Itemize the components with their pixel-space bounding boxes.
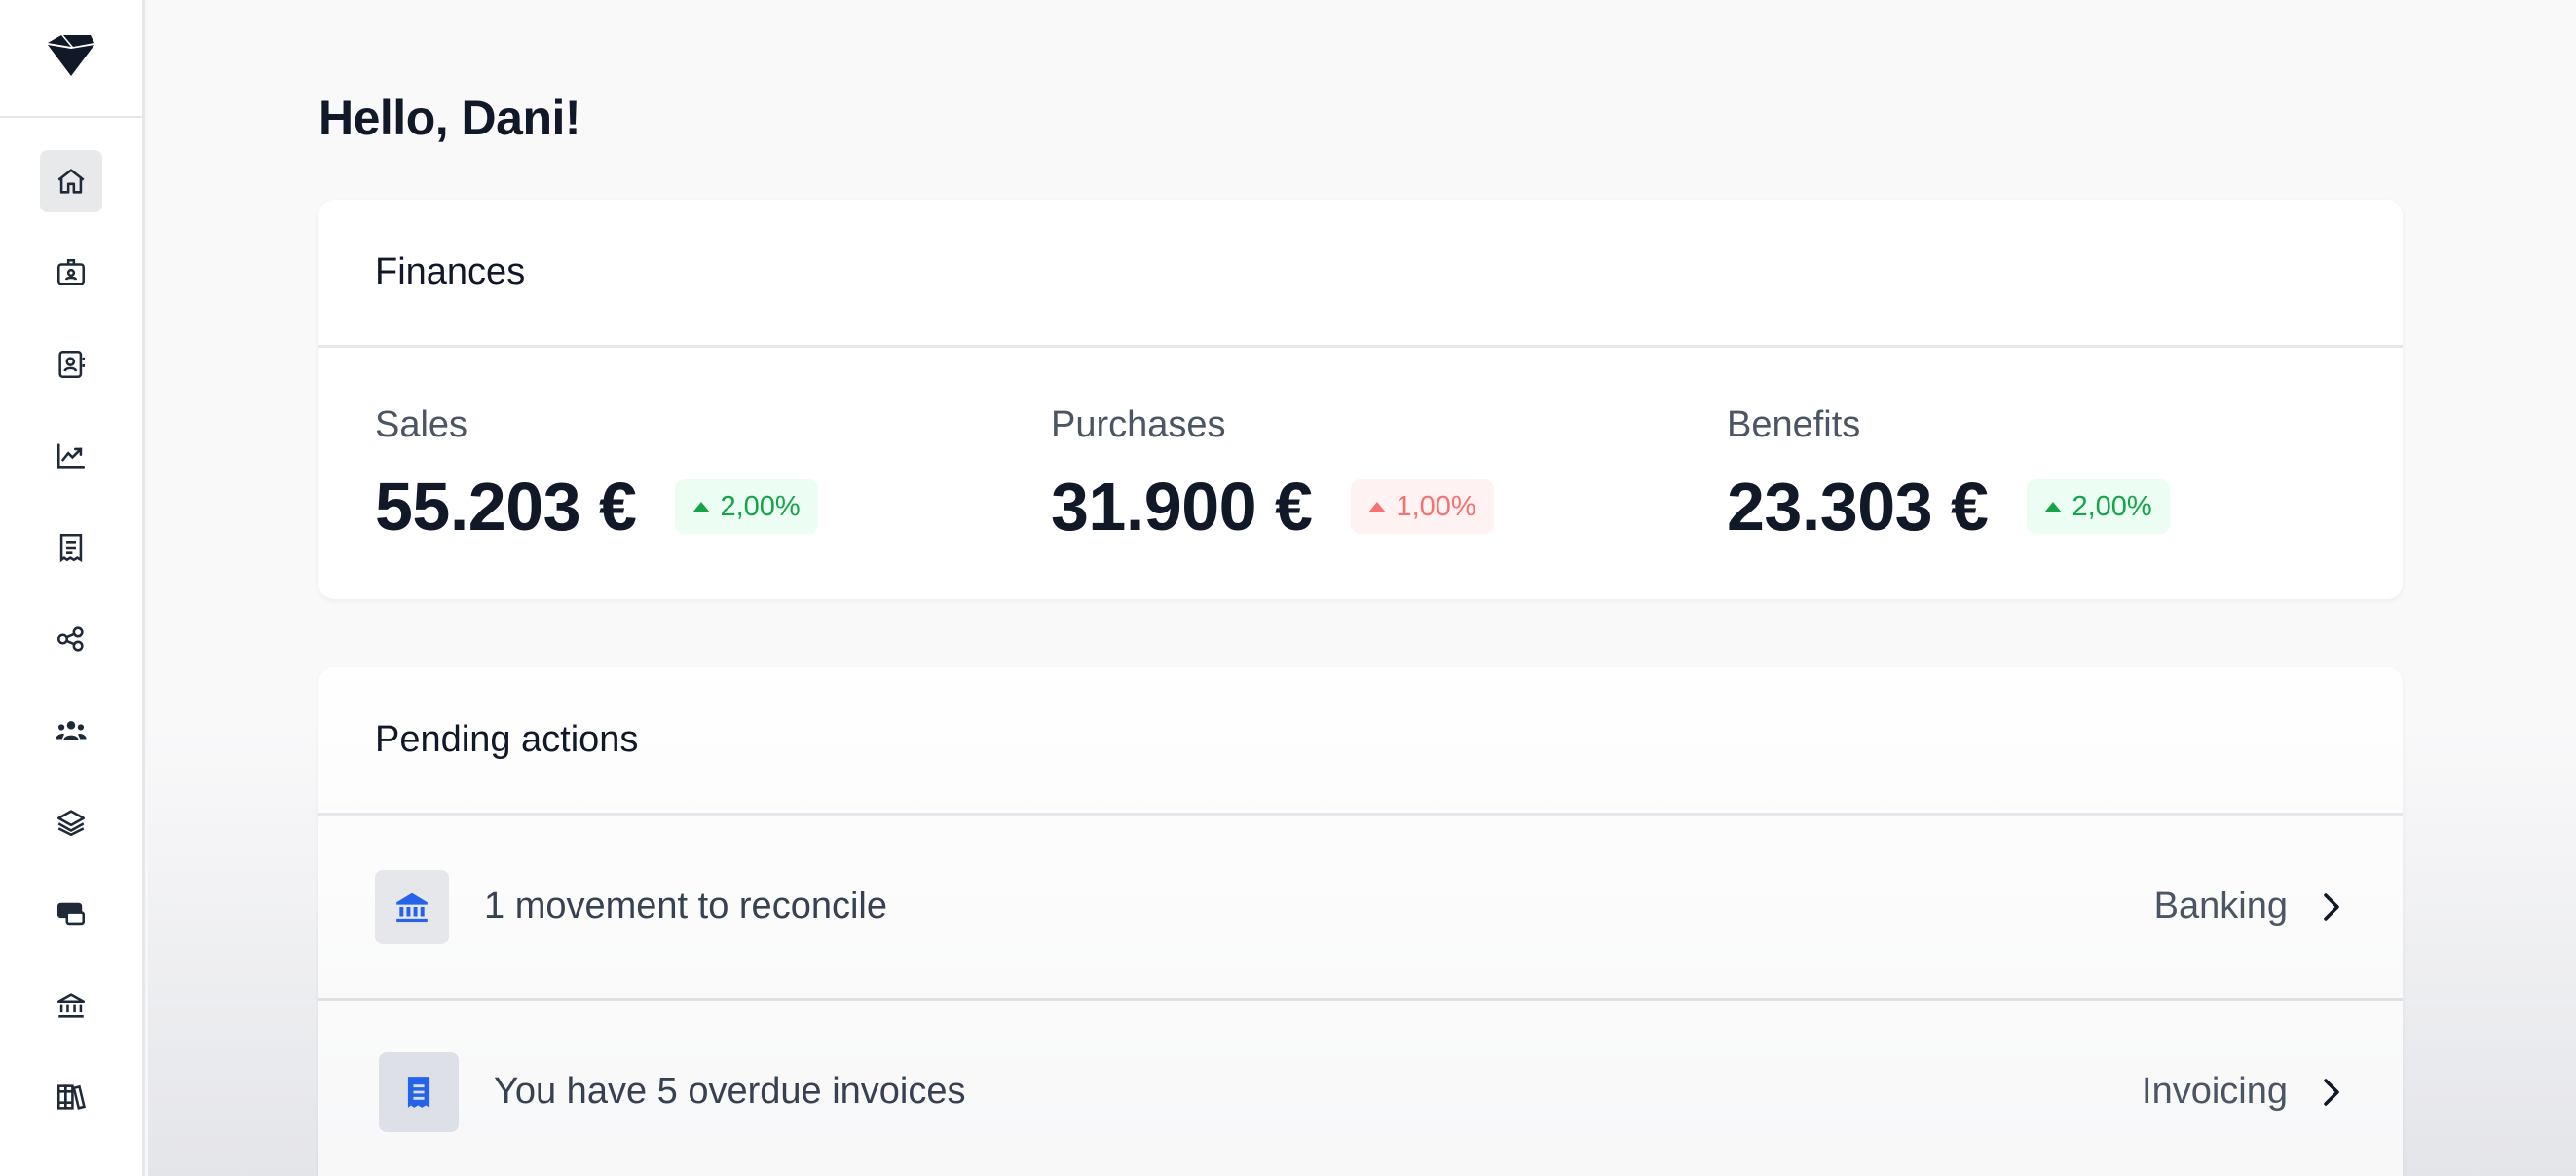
metric-label: Benefits [1727,404,1861,445]
action-row-invoicing[interactable]: You have 5 overdue invoices Invoicing [318,1001,2403,1176]
change-badge: 2,00% [2027,479,2170,534]
chevron-right-icon[interactable] [2317,890,2346,925]
receipt-icon [407,1076,430,1108]
home-icon [57,169,85,194]
metric-value: 55.203 € [375,469,637,545]
finances-card: Finances Sales 55.203 € 2,00% Purchases … [318,200,2403,599]
pending-actions-card: Pending actions 1 movement to reconcile … [318,667,2403,1176]
chevron-right-icon[interactable] [2317,1075,2346,1110]
contact-book-icon [58,350,86,379]
action-text: 1 movement to reconcile [484,886,887,927]
logo[interactable] [0,0,142,118]
finances-title: Finances [318,200,2403,348]
share-nodes-icon [56,626,84,652]
action-text: You have 5 overdue invoices [494,1071,966,1112]
sidebar-item-contacts[interactable] [40,333,102,396]
sidebar-item-layers[interactable] [40,791,102,854]
sidebar-item-library[interactable] [40,1066,102,1128]
change-value: 1,00% [1396,490,1476,522]
trend-up-icon [2044,501,2063,512]
change-badge: 2,00% [675,479,818,534]
cards-icon [56,902,86,926]
trend-up-icon [692,501,711,512]
change-value: 2,00% [2072,490,2152,522]
action-link-invoicing[interactable]: Invoicing [2142,1071,2288,1113]
bank-icon [56,993,86,1018]
sidebar-item-team[interactable] [40,700,102,762]
sidebar-item-share[interactable] [40,608,102,670]
metric-purchases: Purchases 31.900 € 1,00% [1051,404,1727,546]
layers-icon [56,810,86,837]
metric-label: Purchases [1051,404,1226,445]
metric-label: Sales [375,404,468,445]
id-card-icon [56,258,86,285]
sidebar-item-analytics[interactable] [40,425,102,487]
receipt-icon [59,533,83,563]
page-title: Hello, Dani! [318,91,581,145]
change-value: 2,00% [720,490,801,522]
users-icon [56,721,87,740]
diamond-logo-icon [46,33,96,83]
metric-benefits: Benefits 23.303 € 2,00% [1727,404,2403,546]
sidebar-item-home[interactable] [40,150,102,212]
action-icon [379,1051,459,1132]
sidebar-item-payments[interactable] [40,883,102,945]
sidebar-nav [0,118,142,1157]
sidebar-item-receipts[interactable] [40,516,102,579]
books-icon [56,1084,86,1110]
bank-icon [396,892,428,922]
sidebar-item-id-card[interactable] [40,242,102,304]
metric-sales: Sales 55.203 € 2,00% [375,404,1051,546]
main-content: Hello, Dani! Finances Sales 55.203 € 2,0… [148,0,2576,1176]
action-row-banking[interactable]: 1 movement to reconcile Banking [318,816,2403,1001]
pending-actions-title: Pending actions [318,667,2403,816]
action-link-banking[interactable]: Banking [2154,886,2288,928]
sidebar-item-bank[interactable] [40,974,102,1037]
trend-up-icon [1368,501,1387,512]
sidebar [0,0,145,1176]
metric-value: 23.303 € [1727,469,1989,545]
metric-value: 31.900 € [1051,469,1313,545]
finances-metrics: Sales 55.203 € 2,00% Purchases 31.900 € … [318,348,2403,546]
action-icon [375,869,449,944]
change-badge: 1,00% [1351,479,1494,534]
chart-line-icon [56,443,86,469]
